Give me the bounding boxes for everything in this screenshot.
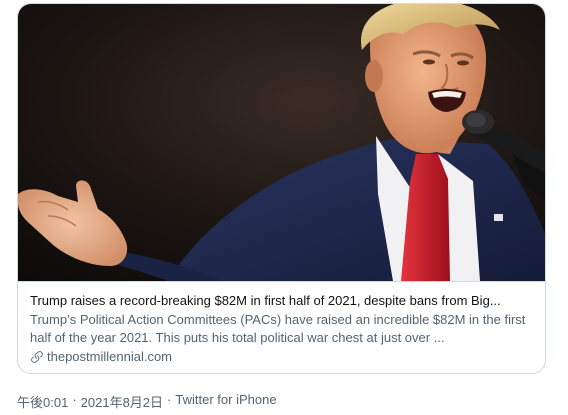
article-domain: thepostmillennial.com — [30, 348, 533, 366]
link-preview-text[interactable]: Trump raises a record-breaking $82M in f… — [18, 281, 545, 373]
link-icon — [31, 351, 43, 363]
meta-separator: · — [167, 392, 172, 407]
article-domain-text: thepostmillennial.com — [47, 349, 173, 364]
article-photo[interactable] — [18, 4, 545, 281]
article-title: Trump raises a record-breaking $82M in f… — [30, 293, 501, 308]
tweet-time[interactable]: 午後0:01 — [17, 392, 68, 411]
meta-separator: · — [72, 392, 77, 407]
tweet-metadata: 午後0:01 · 2021年8月2日 · Twitter for iPhone — [17, 392, 277, 411]
tweet-date[interactable]: 2021年8月2日 — [81, 392, 163, 411]
tweet-source[interactable]: Twitter for iPhone — [175, 392, 276, 411]
article-description: Trump’s Political Action Committees (PAC… — [30, 312, 526, 345]
link-preview-card[interactable]: Trump raises a record-breaking $82M in f… — [17, 3, 546, 374]
